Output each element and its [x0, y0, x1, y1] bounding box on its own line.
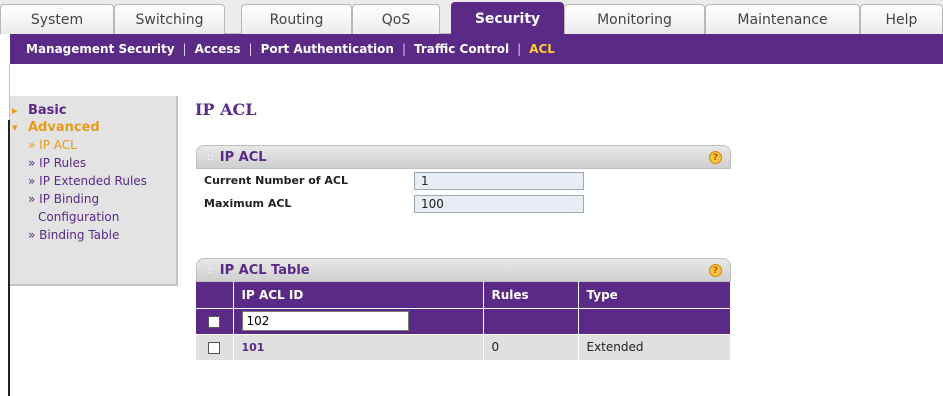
table-row: 101 0 Extended — [196, 333, 731, 360]
table-header-row: IP ACL ID Rules Type — [196, 282, 731, 308]
acl-id-input[interactable] — [241, 311, 409, 331]
grip-dots-icon: :: — [207, 151, 214, 163]
subnav-separator: | — [182, 42, 187, 56]
acl-id-link[interactable]: 101 — [242, 341, 265, 354]
tab-help[interactable]: Help — [860, 4, 943, 34]
edit-row-checkbox[interactable] — [208, 315, 221, 328]
max-acl-row: Maximum ACL 100 — [196, 192, 731, 215]
subnav-acl[interactable]: ACL — [529, 42, 555, 56]
subnav-management-security[interactable]: Management Security — [26, 42, 175, 56]
row-id-cell: 101 — [233, 333, 484, 360]
tab-switching[interactable]: Switching — [114, 4, 225, 34]
current-acl-value: 1 — [414, 171, 584, 190]
table-edit-row — [196, 307, 731, 334]
tab-system[interactable]: System — [0, 4, 114, 34]
column-header-ip-acl-id: IP ACL ID — [233, 282, 484, 308]
edit-row-type-cell — [578, 307, 731, 334]
subnav-separator: | — [248, 42, 253, 56]
edit-row-rules-cell — [483, 307, 579, 334]
subnav-separator: | — [401, 42, 406, 56]
page-title: IP ACL — [195, 100, 257, 119]
sidebar-item-basic[interactable]: ▸ Basic — [12, 102, 176, 119]
sidebar-item-ip-binding-configuration[interactable]: Configuration — [16, 208, 176, 226]
sidebar-item-binding-table[interactable]: » Binding Table — [16, 226, 176, 244]
tab-maintenance[interactable]: Maintenance — [705, 4, 860, 34]
subnav-port-authentication[interactable]: Port Authentication — [261, 42, 394, 56]
ip-acl-table-panel-header: :: IP ACL Table ? — [196, 258, 731, 282]
tab-monitoring[interactable]: Monitoring — [564, 4, 705, 34]
grip-dots-icon: :: — [207, 264, 214, 276]
help-circle-icon[interactable]: ? — [709, 264, 722, 277]
ip-acl-table-panel-title: IP ACL Table — [219, 262, 310, 278]
triangle-down-icon: ▾ — [12, 121, 18, 134]
tab-routing[interactable]: Routing — [241, 4, 352, 34]
current-acl-label: Current Number of ACL — [204, 174, 348, 187]
ip-acl-table: IP ACL ID Rules Type 101 0 Extended — [196, 282, 731, 360]
tab-security[interactable]: Security — [451, 2, 564, 35]
tab-qos[interactable]: QoS — [352, 4, 440, 34]
row-checkbox-cell — [196, 333, 234, 360]
sidebar-item-ip-extended-rules[interactable]: » IP Extended Rules — [16, 172, 176, 190]
row-checkbox[interactable] — [208, 341, 221, 354]
max-acl-label: Maximum ACL — [204, 197, 292, 210]
ip-acl-table-panel: :: IP ACL Table ? IP ACL ID Rules Type 1… — [196, 258, 731, 360]
subnav-access[interactable]: Access — [195, 42, 241, 56]
column-header-rules: Rules — [483, 282, 579, 308]
sidebar-nav: ▸ Basic ▾ Advanced » IP ACL » IP Rules »… — [10, 96, 178, 286]
sidebar-item-ip-rules[interactable]: » IP Rules — [16, 154, 176, 172]
column-header-type: Type — [578, 282, 731, 308]
sidebar-item-ip-binding[interactable]: » IP Binding — [16, 190, 176, 208]
subnav-separator: | — [517, 42, 522, 56]
select-column-header — [196, 282, 234, 308]
sidebar-item-advanced-label: Advanced — [28, 120, 100, 135]
sidebar-item-ip-acl[interactable]: » IP ACL — [16, 136, 176, 154]
security-subnav: Management Security | Access | Port Auth… — [10, 34, 943, 64]
subnav-traffic-control[interactable]: Traffic Control — [414, 42, 509, 56]
triangle-right-icon: ▸ — [12, 104, 18, 117]
sidebar-item-basic-label: Basic — [28, 103, 67, 118]
sidebar-item-advanced[interactable]: ▾ Advanced — [12, 119, 176, 136]
row-rules-cell: 0 — [483, 333, 579, 360]
ip-acl-panel-header: :: IP ACL ? — [196, 145, 731, 169]
max-acl-value: 100 — [414, 194, 584, 213]
help-circle-icon[interactable]: ? — [709, 151, 722, 164]
current-acl-row: Current Number of ACL 1 — [196, 169, 731, 192]
ip-acl-panel-title: IP ACL — [219, 149, 267, 165]
row-type-cell: Extended — [578, 333, 731, 360]
ip-acl-panel: :: IP ACL ? Current Number of ACL 1 Maxi… — [196, 145, 731, 215]
edit-row-id-cell — [233, 307, 484, 334]
main-tab-bar: System Switching Routing QoS Security Mo… — [0, 0, 943, 35]
edit-row-checkbox-cell — [196, 307, 234, 334]
